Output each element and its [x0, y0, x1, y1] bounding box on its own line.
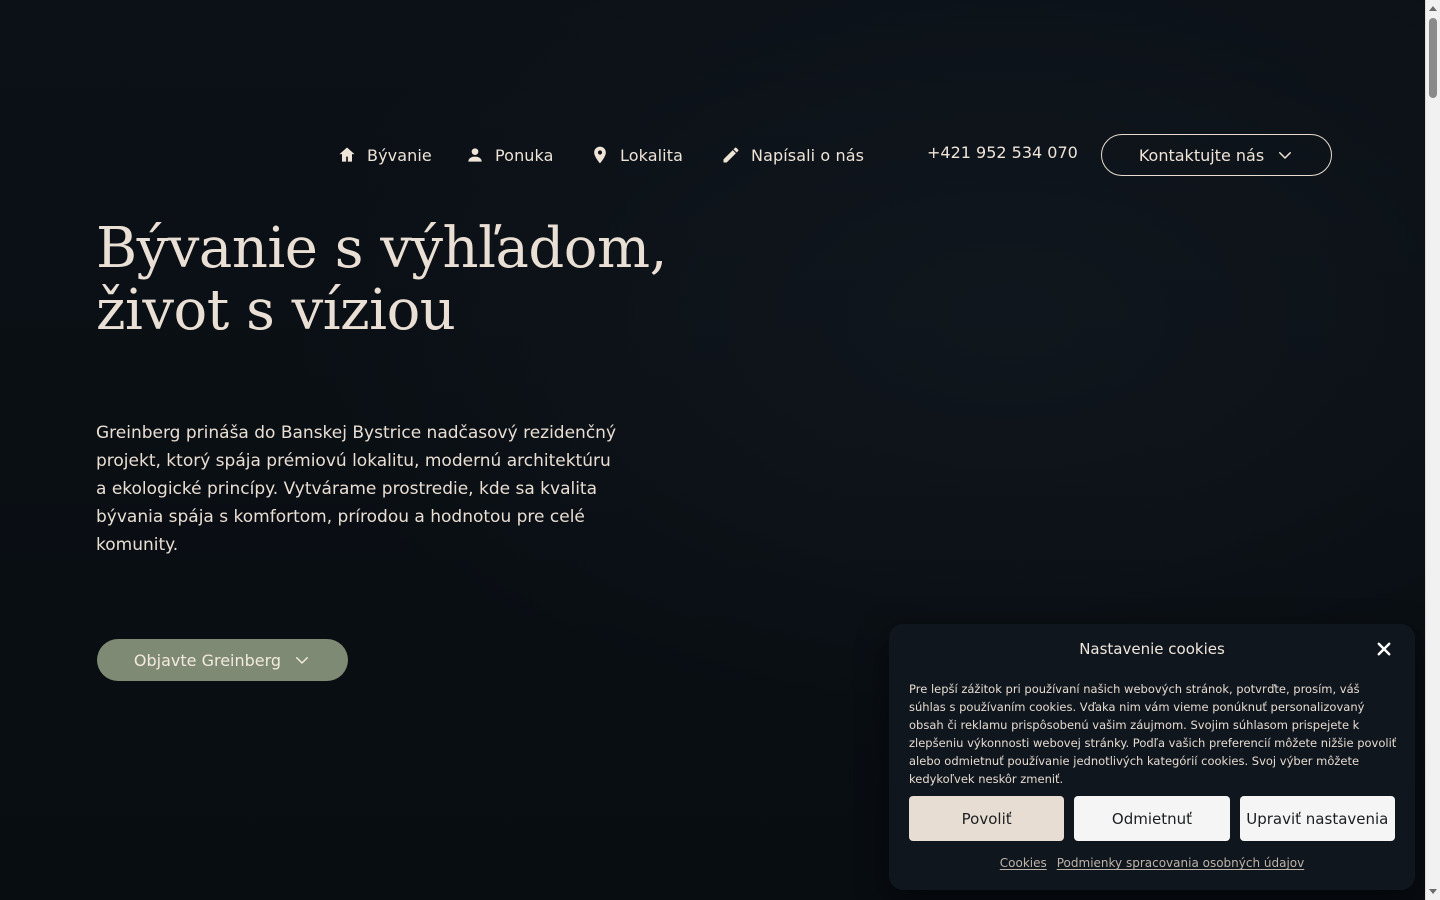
hero-description: Greinberg prináša do Banskej Bystrice na… [96, 423, 617, 555]
pencil-icon [721, 145, 741, 165]
hero-title: Bývanie s výhľadom, život s víziou [96, 218, 736, 342]
close-icon [1375, 640, 1393, 658]
cookie-settings-button[interactable]: Upraviť nastavenia [1239, 796, 1395, 841]
contact-us-button[interactable]: Kontaktujte nás [1101, 134, 1332, 176]
nav-item-label: Lokalita [620, 145, 683, 165]
contact-button-label: Kontaktujte nás [1138, 145, 1265, 165]
top-navigation: Bývanie Ponuka Lokalita Napísali o nás +… [0, 0, 1440, 220]
page: Bývanie Ponuka Lokalita Napísali o nás +… [0, 0, 1440, 900]
cookie-dialog-text: Pre lepší zážitok pri používaní našich w… [909, 682, 1397, 786]
hero-title-line-1: Bývanie s výhľadom, [96, 216, 667, 281]
nav-item-label: Napísali o nás [751, 145, 865, 165]
nav-item-ponuka[interactable]: Ponuka [465, 139, 554, 171]
chevron-down-icon [293, 651, 311, 669]
phone-number-link[interactable]: +421 952 534 070 [927, 143, 1078, 162]
discover-button-label: Objavte Greinberg [133, 650, 282, 670]
cookie-actions: Povoliť Odmietnuť Upraviť nastavenia [909, 796, 1395, 841]
privacy-policy-link[interactable]: Podmienky spracovania osobných údajov [1057, 856, 1305, 870]
close-button[interactable] [1375, 640, 1393, 658]
nav-item-byvanie[interactable]: Bývanie [337, 139, 432, 171]
nav-item-label: Bývanie [367, 145, 432, 165]
cookie-consent-dialog: Nastavenie cookies Pre lepší zážitok pri… [889, 624, 1415, 890]
user-icon [465, 145, 485, 165]
cookie-dialog-title: Nastavenie cookies [1079, 640, 1225, 658]
chevron-down-icon [1276, 146, 1294, 164]
nav-item-napisali-o-nas[interactable]: Napísali o nás [721, 139, 864, 171]
scrollbar-thumb[interactable] [1429, 18, 1437, 98]
scroll-down-arrow-icon[interactable] [1429, 889, 1437, 894]
accept-cookies-button[interactable]: Povoliť [909, 796, 1065, 841]
vertical-scrollbar[interactable] [1425, 0, 1440, 900]
scroll-up-arrow-icon[interactable] [1429, 6, 1437, 11]
hero-title-line-2: život s víziou [96, 278, 456, 343]
nav-item-label: Ponuka [495, 145, 554, 165]
location-pin-icon [590, 145, 610, 165]
cookies-link[interactable]: Cookies [1000, 856, 1047, 870]
nav-item-lokalita[interactable]: Lokalita [590, 139, 683, 171]
deny-cookies-button[interactable]: Odmietnuť [1074, 796, 1230, 841]
discover-greinberg-button[interactable]: Objavte Greinberg [97, 639, 348, 681]
home-icon [337, 145, 357, 165]
cookie-links: Cookies Podmienky spracovania osobných ú… [889, 856, 1415, 870]
